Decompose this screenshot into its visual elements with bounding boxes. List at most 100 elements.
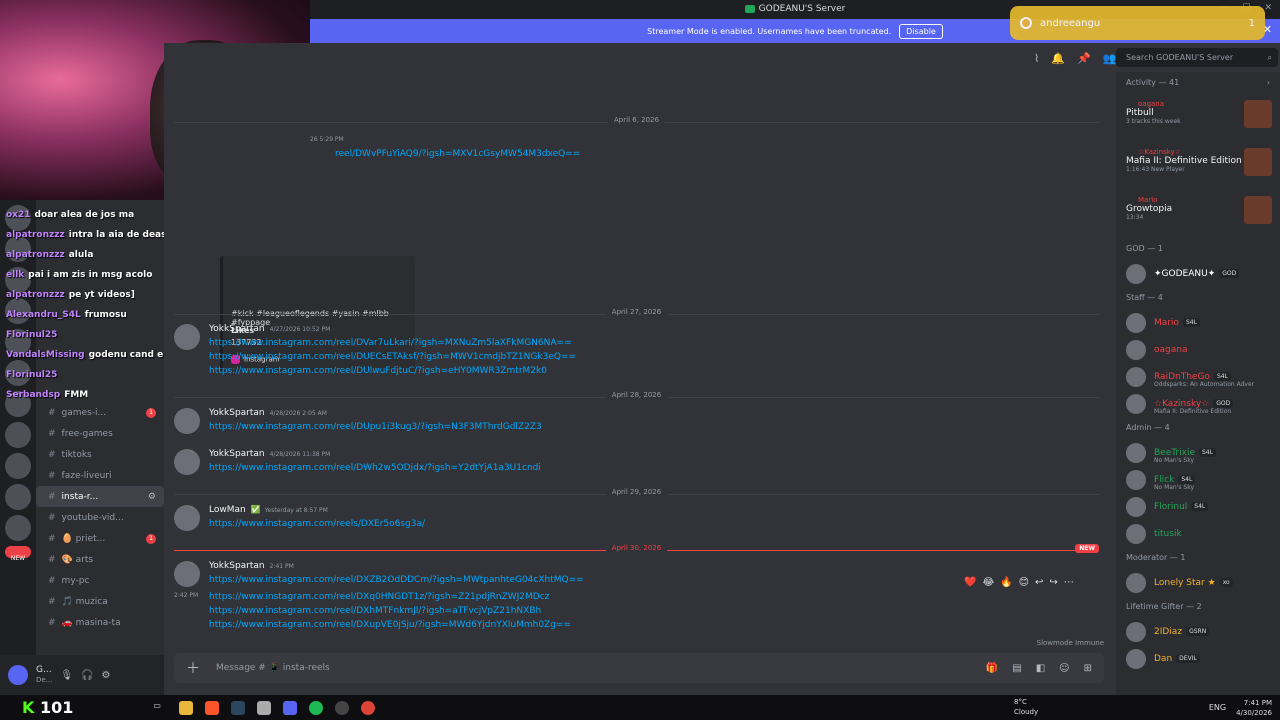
channel-item[interactable]: # 🚗 masina-ta [36, 612, 164, 633]
channel-item[interactable]: # 🎵 muzica [36, 591, 164, 612]
avatar[interactable] [8, 665, 28, 685]
spotify-icon[interactable] [309, 700, 324, 715]
channel-item[interactable]: # my-pc [36, 570, 164, 591]
member-item[interactable]: Lonely Star ★ xo [1116, 569, 1280, 596]
emoji-icon[interactable]: ☺ [1059, 663, 1069, 674]
language-indicator[interactable]: ENG [1209, 703, 1226, 712]
sticker-icon[interactable]: ◧ [1036, 663, 1045, 674]
weather-widget[interactable]: 8°C Cloudy [1014, 697, 1038, 717]
message-link[interactable]: https://www.instagram.com/reel/DXq0HNGDT… [209, 592, 549, 602]
fire-reaction-icon[interactable]: 🔥 [1000, 577, 1012, 593]
channel-item[interactable]: # insta-r... ⚙ [36, 486, 164, 507]
message-link[interactable]: https://www.instagram.com/reel/DVar7uLka… [209, 338, 572, 348]
file-explorer-icon[interactable] [179, 700, 194, 715]
steam-icon[interactable] [231, 700, 246, 715]
author-name[interactable]: YokkSpartan [209, 324, 265, 334]
more-icon[interactable]: ⋯ [1064, 577, 1074, 593]
author-name[interactable]: YokkSpartan [209, 561, 265, 571]
forward-icon[interactable]: ↪ [1049, 577, 1057, 593]
reply-icon[interactable]: ↩ [1035, 577, 1043, 593]
notification-toast[interactable]: andreeangu 1 [1010, 6, 1265, 40]
members-icon[interactable]: 👥 [1103, 52, 1117, 65]
message-link[interactable]: https://www.instagram.com/reel/DXupVE0jS… [209, 620, 571, 630]
activity-card[interactable]: oagana Pitbull 3 tracks this week [1116, 94, 1280, 142]
avatar[interactable] [174, 324, 200, 350]
avatar[interactable] [174, 505, 200, 531]
member-name: BeeTrixie [1154, 447, 1195, 458]
message-link[interactable]: https://www.instagram.com/reel/DXhMTFnkm… [209, 606, 541, 616]
close-window-button[interactable]: ✕ [1264, 3, 1272, 13]
channel-item[interactable]: # 🎨 arts [36, 549, 164, 570]
member-item[interactable]: Mario S4L [1116, 309, 1280, 336]
gif-icon[interactable]: ▤ [1012, 663, 1021, 674]
server-icon[interactable] [5, 453, 31, 479]
member-item[interactable]: titusik [1116, 520, 1280, 547]
message-link[interactable]: https://www.instagram.com/reel/DUECsETAk… [209, 352, 576, 362]
message-input[interactable]: Message # 📱 insta-reels [216, 663, 330, 673]
chrome-icon[interactable] [361, 700, 376, 715]
author-name[interactable]: YokkSpartan [209, 408, 265, 418]
discord-icon[interactable] [283, 700, 298, 715]
author-name[interactable]: YokkSpartan [209, 449, 265, 459]
unread-badge: 1 [146, 407, 156, 418]
threads-icon[interactable]: ⌇ [1034, 52, 1039, 65]
member-item[interactable]: RaiDnTheGo S4L Oddsparks: An Automation Ad… [1116, 363, 1280, 390]
hash-icon: # [48, 491, 56, 502]
channel-item[interactable]: # tiktoks [36, 444, 164, 465]
channel-settings-icon[interactable]: ⚙ [148, 492, 156, 502]
message-composer[interactable]: ＋ Message # 📱 insta-reels 🎁 ▤ ◧ ☺ ⊞ [174, 653, 1104, 683]
brave-icon[interactable] [205, 700, 220, 715]
heart-reaction-icon[interactable]: ❤️ [964, 577, 976, 593]
message-link[interactable]: https://www.instagram.com/reel/DUlwuFdjt… [209, 366, 547, 376]
server-icon[interactable] [5, 484, 31, 510]
message-link[interactable]: reel/DWvPFuYiAQ9/?igsh=MXV1cGsyMW54M3dxe… [335, 149, 580, 159]
member-name: Dan [1154, 653, 1173, 664]
member-item[interactable]: Flick S4L No Man's Sky [1116, 466, 1280, 493]
message-link[interactable]: https://www.instagram.com/reel/DUpu1i3ku… [209, 422, 542, 432]
channel-item[interactable]: # 🥚 priet... 1 [36, 528, 164, 549]
member-item[interactable]: oagana [1116, 336, 1280, 363]
channel-item[interactable]: # games-i... 1 [36, 402, 164, 423]
message-link[interactable]: https://www.instagram.com/reels/DXEr5o6s… [209, 519, 425, 529]
activity-card[interactable]: ☆Kazinsky☆ Mafia II: Definitive Edition 1:… [1116, 142, 1280, 190]
add-reaction-icon[interactable]: 😊 [1019, 577, 1029, 593]
store-icon[interactable] [257, 700, 272, 715]
message-link[interactable]: https://www.instagram.com/reel/DXZB2OdDD… [209, 575, 584, 585]
chevron-right-icon[interactable]: › [1267, 72, 1270, 94]
search-input[interactable]: Search GODEANU'S Server ⌕ [1116, 48, 1278, 67]
message-link[interactable]: https://www.instagram.com/reel/DWh2w5ODj… [209, 463, 541, 473]
role-header: Staff — 4 [1116, 287, 1280, 309]
bell-icon[interactable]: 🔔 [1051, 52, 1065, 65]
activity-card[interactable]: Mario Growtopia 13:34 [1116, 190, 1280, 238]
server-icon[interactable] [5, 422, 31, 448]
channel-item[interactable]: # free-games [36, 423, 164, 444]
member-item[interactable]: Dan DEVIL [1116, 645, 1280, 672]
gift-icon[interactable]: 🎁 [986, 663, 998, 674]
member-item[interactable]: ☆Kazinsky☆ GOD Mafia II: Definitive Editio… [1116, 390, 1280, 417]
channel-item[interactable]: # faze-liveuri [36, 465, 164, 486]
author-name[interactable]: LowMan [209, 505, 246, 515]
headphones-icon[interactable]: 🎧 [81, 670, 93, 681]
date-divider: April 27, 2026 [174, 308, 1099, 320]
channel-item[interactable]: # youtube-vid... [36, 507, 164, 528]
avatar[interactable] [174, 408, 200, 434]
laugh-reaction-icon[interactable]: 😂 [982, 577, 994, 593]
task-view-icon[interactable]: ▭ [153, 701, 167, 715]
apps-icon[interactable]: ⊞ [1084, 663, 1092, 674]
add-attachment-icon[interactable]: ＋ [186, 658, 200, 678]
avatar[interactable] [174, 449, 200, 475]
user-status: De... [36, 676, 53, 684]
server-icon[interactable] [5, 515, 31, 541]
microphone-icon[interactable]: 🎙 [60, 670, 73, 681]
pin-icon[interactable]: 📌 [1077, 52, 1091, 65]
disable-button[interactable]: Disable [899, 23, 943, 39]
avatar[interactable] [174, 561, 200, 587]
member-item[interactable]: BeeTrixie S4L No Man's Sky [1116, 439, 1280, 466]
member-item[interactable]: ✦GODEANU✦ GOD [1116, 260, 1280, 287]
member-item[interactable]: Florinul S4L [1116, 493, 1280, 520]
clock[interactable]: 7:41 PM 4/30/2026 [1236, 698, 1272, 718]
settings-gear-icon[interactable]: ⚙ [102, 670, 111, 681]
member-name: Florinul [1154, 501, 1188, 512]
obs-icon[interactable] [335, 700, 350, 715]
member-item[interactable]: 2IDiaz GSRN [1116, 618, 1280, 645]
